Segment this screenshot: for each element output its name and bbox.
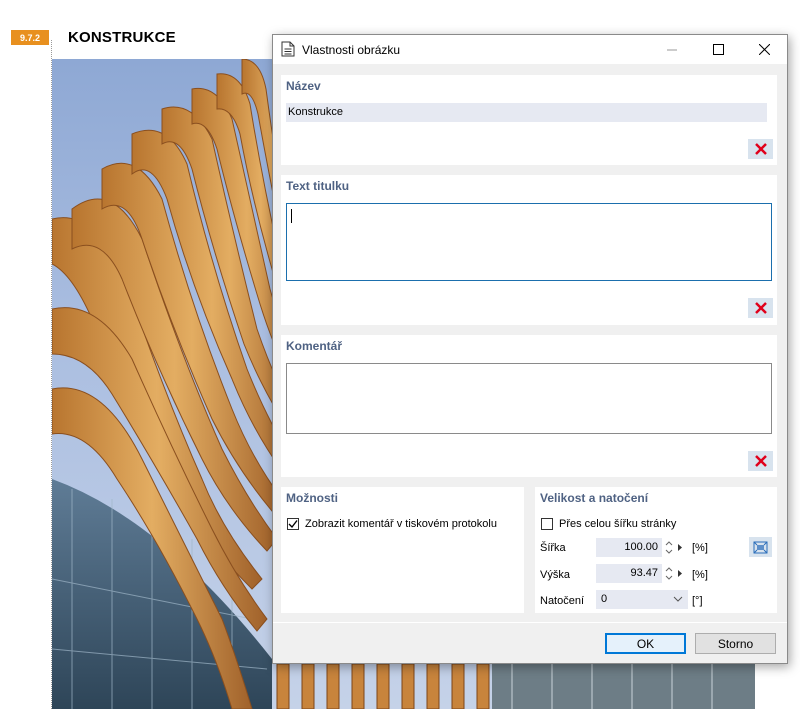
minimize-button[interactable] (649, 35, 695, 64)
height-step-right-icon[interactable] (676, 564, 684, 583)
name-field[interactable]: Konstrukce (286, 103, 767, 122)
minimize-icon (667, 49, 677, 50)
delete-x-icon (754, 143, 767, 155)
comment-textarea[interactable] (286, 363, 772, 434)
size-rotation-group: Velikost a natočení Přes celou šířku str… (535, 487, 777, 613)
text-caret (291, 209, 292, 223)
section-title: KONSTRUKCE (68, 29, 176, 46)
maximize-icon (712, 44, 724, 55)
show-comment-checkbox[interactable] (287, 518, 299, 530)
clear-name-button[interactable] (748, 139, 773, 159)
width-unit: [%] (692, 542, 708, 554)
comment-group: Komentář (281, 335, 777, 477)
name-group-title: Název (286, 79, 321, 93)
height-unit: [%] (692, 569, 708, 581)
caption-group-title: Text titulku (286, 179, 350, 193)
fit-size-button[interactable] (749, 537, 772, 557)
options-group: Možnosti Zobrazit komentář v tiskovém pr… (281, 487, 524, 613)
comment-group-title: Komentář (286, 339, 343, 353)
options-group-title: Možnosti (286, 491, 338, 505)
caption-group: Text titulku (281, 175, 777, 325)
show-comment-label: Zobrazit komentář v tiskovém protokolu (305, 518, 497, 530)
clear-comment-button[interactable] (748, 451, 773, 471)
ok-button[interactable]: OK (605, 633, 686, 654)
height-input[interactable]: 93.47 (596, 564, 662, 583)
section-number-badge: 9.7.2 (11, 30, 49, 45)
close-icon (758, 44, 770, 55)
full-width-checkbox[interactable] (541, 518, 553, 530)
image-properties-dialog: Vlastnosti obrázku Název Konstrukce Text… (272, 34, 788, 664)
name-group: Název Konstrukce (281, 75, 777, 165)
footer-divider (273, 622, 787, 623)
width-spin-arrows-icon[interactable] (664, 538, 674, 557)
dialog-titlebar[interactable]: Vlastnosti obrázku (273, 35, 787, 64)
rotation-select[interactable]: 0 (596, 590, 688, 609)
delete-x-icon (754, 455, 767, 467)
clear-caption-button[interactable] (748, 298, 773, 318)
chevron-down-icon (673, 596, 683, 602)
rotation-label: Natočení (540, 595, 585, 607)
delete-x-icon (754, 302, 767, 314)
height-label: Výška (540, 569, 570, 581)
caption-textarea[interactable] (286, 203, 772, 281)
width-label: Šířka (540, 542, 566, 554)
cancel-button[interactable]: Storno (695, 633, 776, 654)
checkmark-icon (288, 520, 298, 529)
dialog-title: Vlastnosti obrázku (302, 43, 401, 57)
full-width-label: Přes celou šířku stránky (559, 518, 677, 530)
rotation-value: 0 (601, 593, 608, 605)
fit-size-icon (753, 541, 768, 553)
size-group-title: Velikost a natočení (540, 491, 649, 505)
maximize-button[interactable] (695, 35, 741, 64)
close-button[interactable] (741, 35, 787, 64)
width-step-right-icon[interactable] (676, 538, 684, 557)
rotation-unit: [°] (692, 595, 703, 607)
height-spin-arrows-icon[interactable] (664, 564, 674, 583)
document-icon (281, 41, 295, 60)
width-input[interactable]: 100.00 (596, 538, 662, 557)
